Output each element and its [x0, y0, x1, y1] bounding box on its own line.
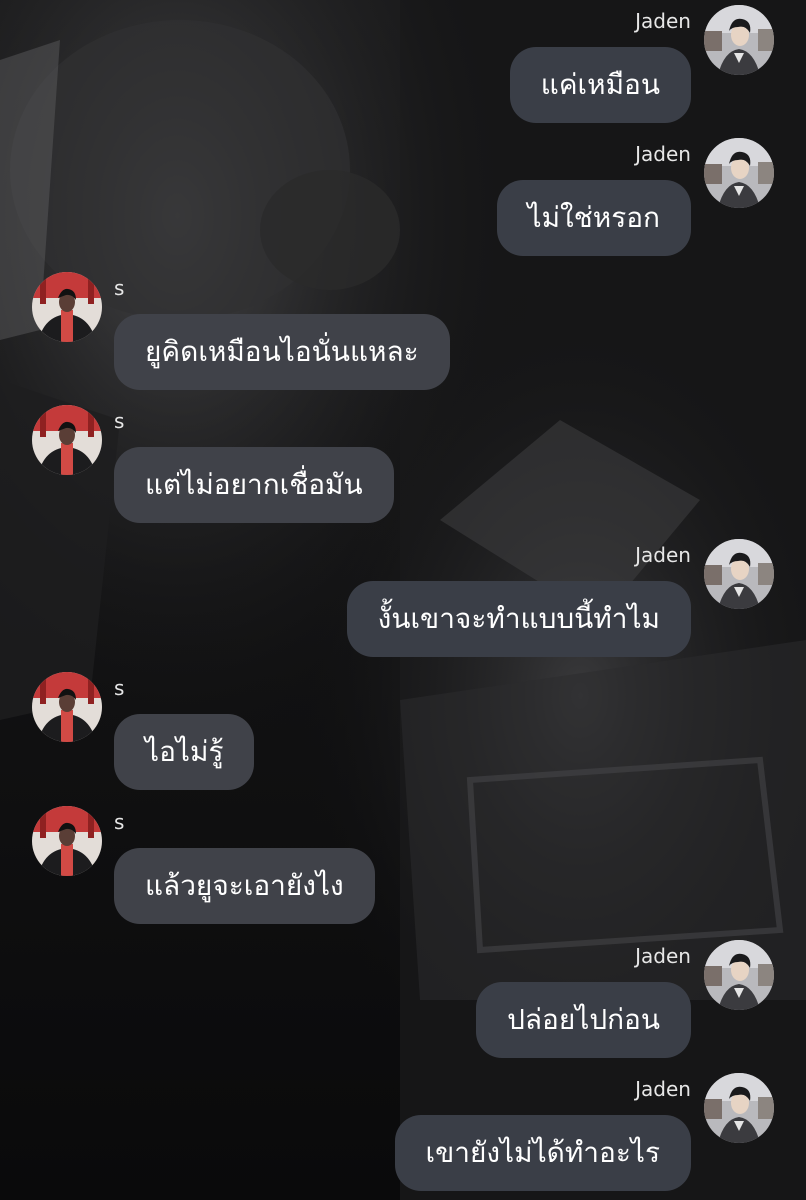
- chat-message[interactable]: Jaden แค่เหมือน: [0, 5, 806, 125]
- sender-name: Jaden: [635, 1077, 691, 1101]
- chat-message[interactable]: Jaden ไม่ใช่หรอก: [0, 138, 806, 258]
- chat-message[interactable]: s แต่ไม่อยากเชื่อมัน: [0, 405, 806, 525]
- outgoing-message-bubble[interactable]: ไม่ใช่หรอก: [496, 180, 691, 256]
- s-avatar[interactable]: [32, 272, 102, 342]
- incoming-message-bubble[interactable]: แต่ไม่อยากเชื่อมัน: [114, 447, 394, 523]
- chat-message[interactable]: Jaden งั้นเขาจะทำแบบนี้ทำไม: [0, 539, 806, 659]
- sender-name: s: [114, 810, 125, 834]
- chat-message[interactable]: s ยูคิดเหมือนไอนั่นแหละ: [0, 272, 806, 392]
- s-avatar[interactable]: [32, 405, 102, 475]
- chat-message[interactable]: s ไอไม่รู้: [0, 672, 806, 792]
- sender-name: Jaden: [635, 543, 691, 567]
- outgoing-message-bubble[interactable]: ปล่อยไปก่อน: [476, 982, 691, 1058]
- jaden-avatar[interactable]: [704, 539, 774, 609]
- sender-name: s: [114, 409, 125, 433]
- sender-name: Jaden: [635, 142, 691, 166]
- sender-name: s: [114, 676, 125, 700]
- jaden-avatar[interactable]: [704, 940, 774, 1010]
- sender-name: Jaden: [635, 944, 691, 968]
- outgoing-message-bubble[interactable]: แค่เหมือน: [509, 47, 691, 123]
- sender-name: Jaden: [635, 9, 691, 33]
- incoming-message-bubble[interactable]: ยูคิดเหมือนไอนั่นแหละ: [114, 314, 450, 390]
- chat-message[interactable]: s แล้วยูจะเอายังไง: [0, 806, 806, 926]
- incoming-message-bubble[interactable]: ไอไม่รู้: [114, 714, 255, 790]
- chat-message[interactable]: Jaden ปล่อยไปก่อน: [0, 940, 806, 1060]
- sender-name: s: [114, 276, 125, 300]
- outgoing-message-bubble[interactable]: งั้นเขาจะทำแบบนี้ทำไม: [346, 581, 691, 657]
- incoming-message-bubble[interactable]: แล้วยูจะเอายังไง: [114, 848, 375, 924]
- outgoing-message-bubble[interactable]: เขายังไม่ได้ทำอะไร: [394, 1115, 691, 1191]
- jaden-avatar[interactable]: [704, 138, 774, 208]
- s-avatar[interactable]: [32, 806, 102, 876]
- jaden-avatar[interactable]: [704, 5, 774, 75]
- s-avatar[interactable]: [32, 672, 102, 742]
- chat-message[interactable]: Jaden เขายังไม่ได้ทำอะไร: [0, 1073, 806, 1193]
- jaden-avatar[interactable]: [704, 1073, 774, 1143]
